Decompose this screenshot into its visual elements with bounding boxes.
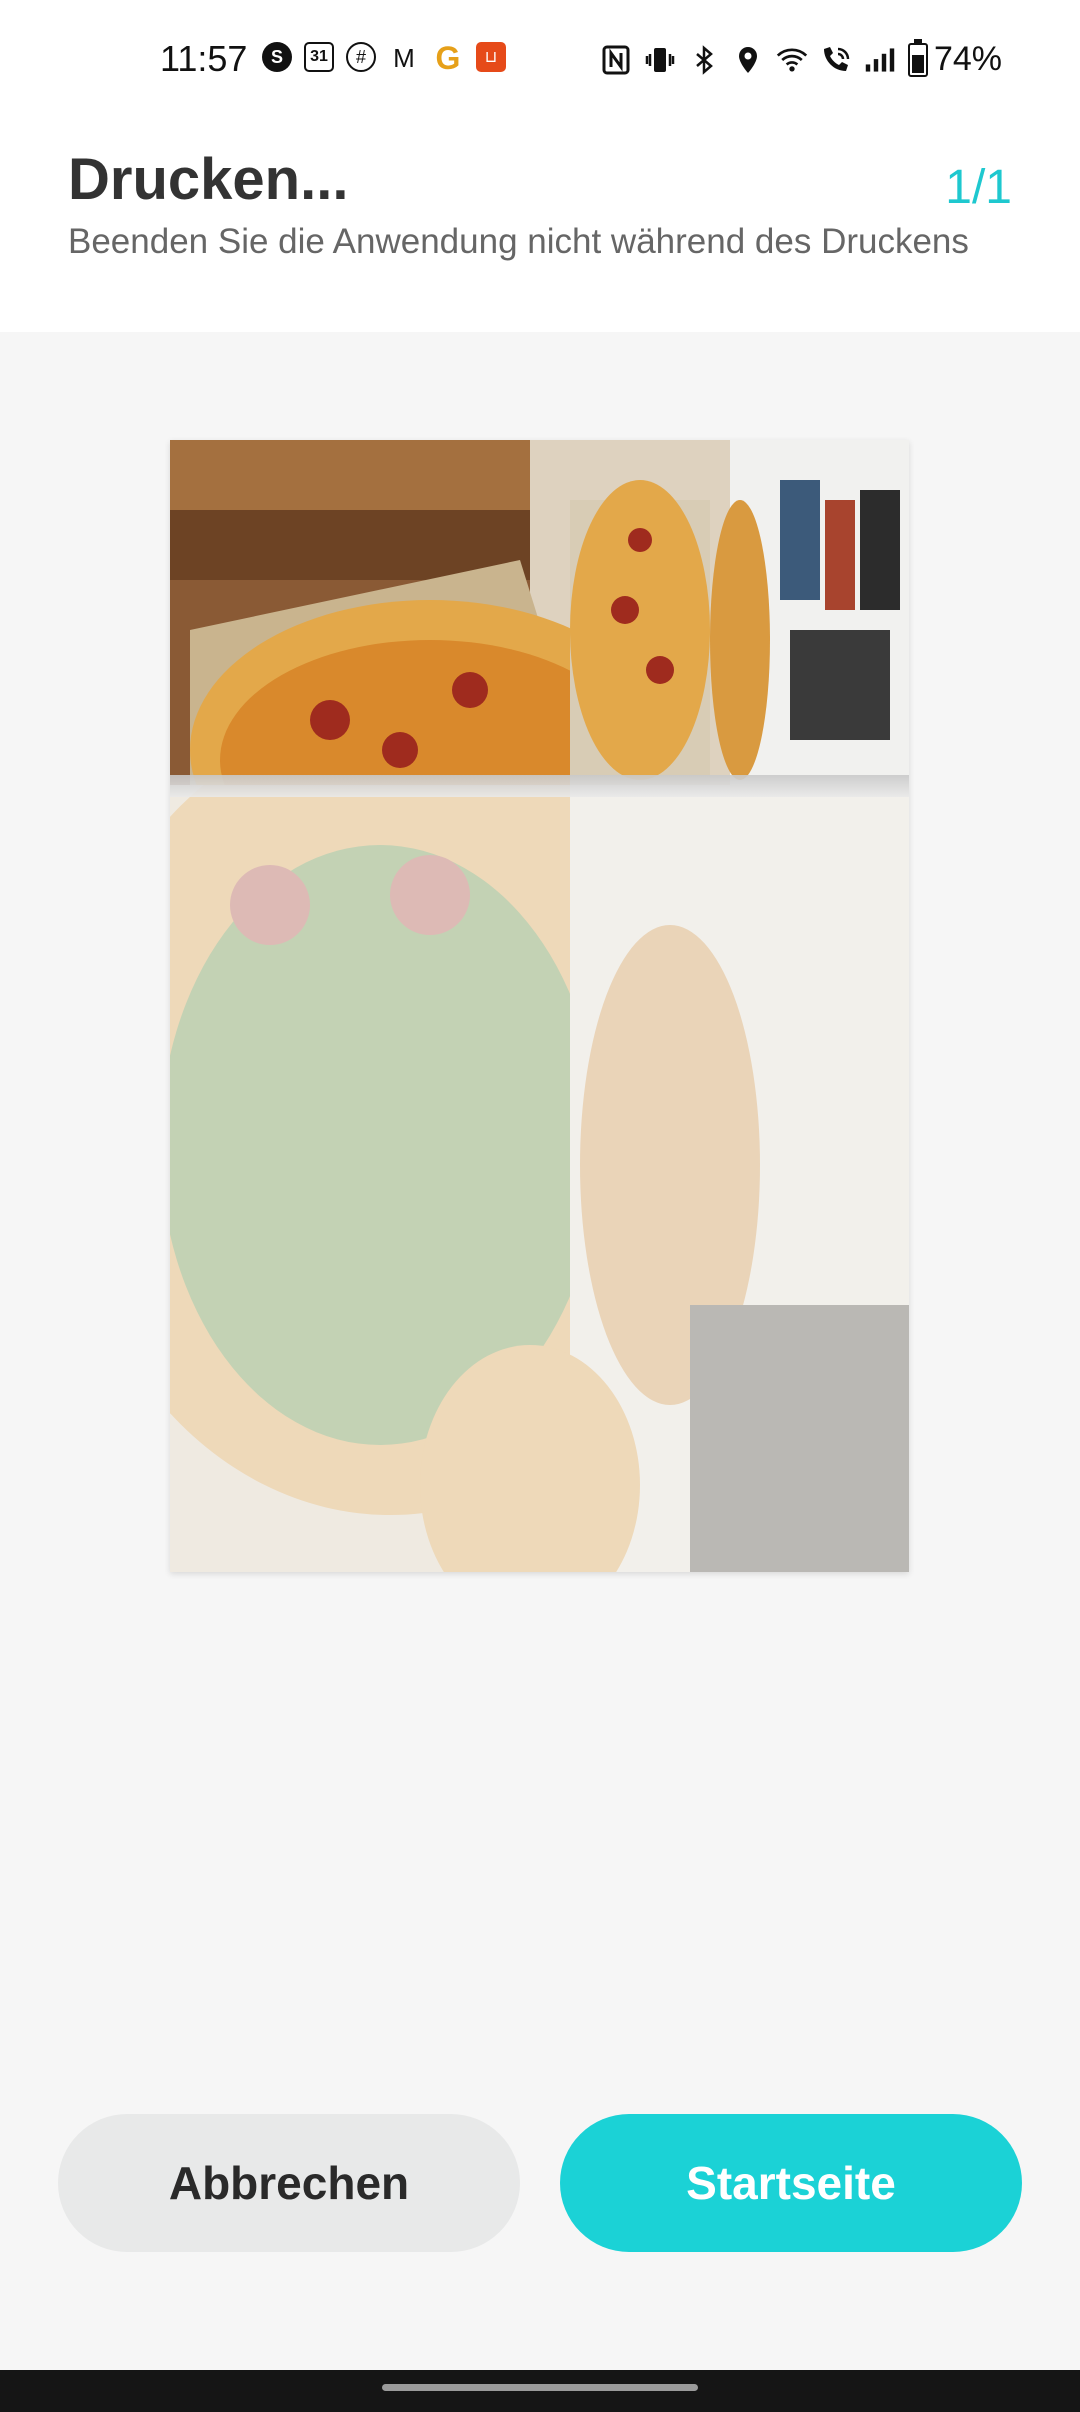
calendar-icon: 31 xyxy=(304,42,334,72)
printed-photo-section xyxy=(170,440,909,785)
vibrate-icon xyxy=(644,44,676,76)
print-progress-line xyxy=(170,775,909,797)
page-subtitle: Beenden Sie die Anwendung nicht während … xyxy=(68,222,969,261)
home-button[interactable]: Startseite xyxy=(560,2114,1022,2252)
battery-level xyxy=(911,54,924,73)
status-bar: 11:57 S 31 # M G ⊔ 74% xyxy=(0,0,1080,120)
print-header: Drucken... Beenden Sie die Anwendung nic… xyxy=(0,120,1080,332)
navigation-bar xyxy=(0,2370,1080,2412)
page-counter: 1/1 xyxy=(945,161,1012,214)
browser-icon: # xyxy=(346,42,376,72)
wifi-calling-icon xyxy=(820,44,852,76)
gmail-icon: M xyxy=(393,42,415,73)
battery-icon xyxy=(907,38,928,77)
print-preview xyxy=(170,440,909,1572)
wifi-icon xyxy=(776,44,808,76)
shop-icon: ⊔ xyxy=(476,42,506,72)
location-icon xyxy=(732,44,764,76)
bluetooth-icon xyxy=(688,44,720,76)
signal-icon xyxy=(864,44,896,76)
nfc-icon xyxy=(600,44,632,76)
skype-icon: S xyxy=(262,42,292,72)
page-title: Drucken... xyxy=(68,147,349,212)
home-gesture-handle[interactable] xyxy=(382,2384,698,2391)
cancel-button[interactable]: Abbrechen xyxy=(58,2114,520,2252)
battery-indicator: 74% xyxy=(907,38,1002,79)
google-icon: G xyxy=(435,39,461,76)
notification-icons: S 31 # M G ⊔ xyxy=(262,39,506,76)
system-icons: 74% xyxy=(600,38,1002,79)
unprinted-photo-section xyxy=(170,785,909,1572)
battery-percent: 74% xyxy=(933,40,1002,78)
status-time: 11:57 xyxy=(160,38,248,79)
